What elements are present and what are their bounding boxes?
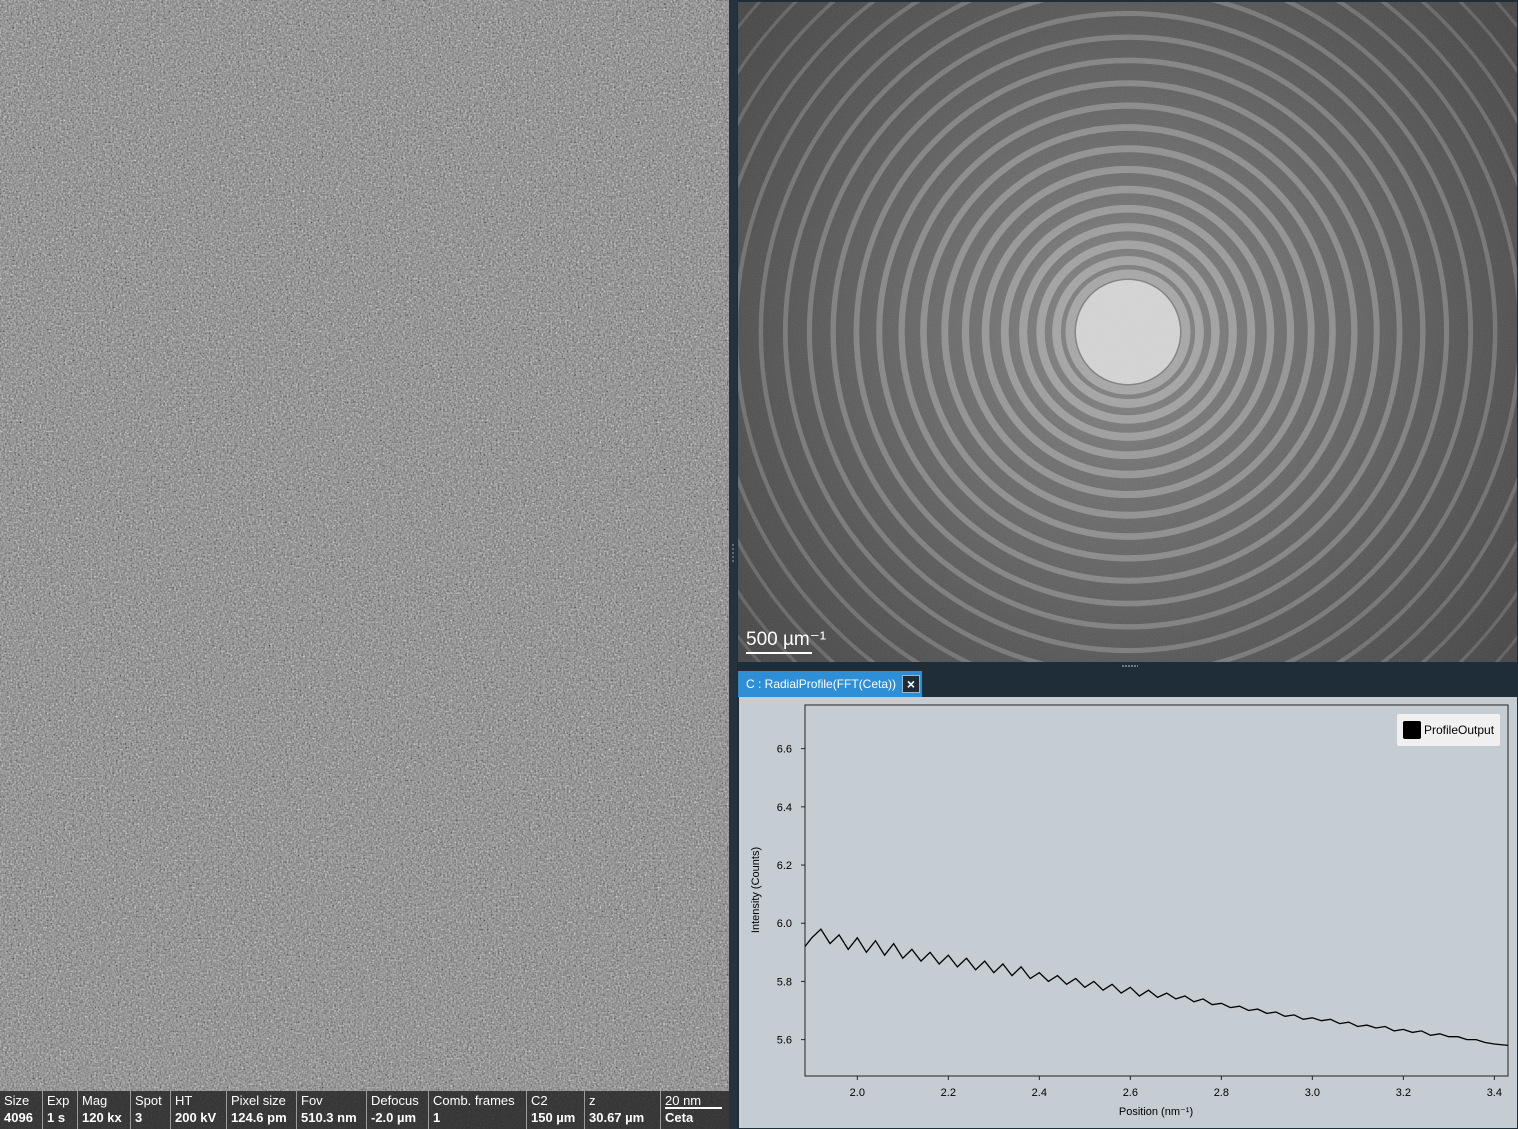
series-profileoutput (804, 928, 1509, 1047)
x-tick-label: 3.0 (1305, 1087, 1320, 1099)
x-tick-label: 3.4 (1487, 1087, 1502, 1099)
status-value: 4096 (4, 1110, 33, 1125)
status-z: z 30.67 µm (584, 1091, 660, 1129)
x-tick-label: 2.8 (1214, 1087, 1229, 1099)
x-tick-label: 2.2 (941, 1087, 956, 1099)
splitter-grip-icon (732, 544, 734, 562)
fft-image[interactable]: 500 µm⁻¹ (738, 2, 1517, 662)
profile-tab-strip: C : RadialProfile(FFT(Ceta)) × (738, 670, 1518, 697)
status-label: Size (4, 1093, 30, 1108)
status-value: 3 (135, 1110, 143, 1125)
micrograph-image[interactable]: Size 4096 Exp 1 s Mag 120 kx Spot 3 HT 2… (0, 0, 729, 1129)
status-label: Mag (82, 1093, 108, 1108)
status-comb-frames: Comb. frames 1 (428, 1091, 526, 1129)
scalebar-label: 20 nm (665, 1093, 702, 1108)
status-mag: Mag 120 kx (77, 1091, 130, 1129)
status-value: -2.0 µm (371, 1110, 417, 1125)
radial-profile-panel: 2.0 2.2 2.4 2.6 2.8 3.0 3.2 3.4 5.6 5.8 6.0 6.2 6.4… (739, 697, 1517, 1128)
status-label: Defocus (371, 1093, 419, 1108)
status-label: z (589, 1093, 596, 1108)
tab-radial-profile[interactable]: C : RadialProfile(FFT(Ceta)) × (738, 671, 922, 697)
status-label: HT (175, 1093, 193, 1108)
vertical-splitter[interactable] (729, 0, 737, 1129)
micrograph-noise (0, 0, 729, 1129)
x-tick-label: 2.0 (850, 1087, 865, 1099)
y-tick-label: 6.4 (777, 802, 792, 814)
status-spot: Spot 3 (130, 1091, 170, 1129)
horizontal-splitter[interactable] (738, 662, 1518, 670)
status-defocus: Defocus -2.0 µm (366, 1091, 428, 1129)
status-pixel-size: Pixel size 124.6 pm (226, 1091, 296, 1129)
y-tick-label: 6.2 (777, 860, 792, 872)
scalebar-line (665, 1107, 722, 1109)
status-size: Size 4096 (0, 1091, 41, 1129)
status-value: 124.6 pm (231, 1110, 287, 1125)
status-ht: HT 200 kV (170, 1091, 226, 1129)
y-tick-label: 5.6 (777, 1035, 792, 1047)
status-value: 1 (433, 1110, 441, 1125)
chart-legend[interactable]: ProfileOutput (1397, 714, 1500, 746)
x-tick-label: 2.6 (1123, 1087, 1138, 1099)
tab-title: C : RadialProfile(FFT(Ceta)) (746, 677, 897, 691)
status-c2: C2 150 µm (526, 1091, 584, 1129)
plot-area (804, 704, 1509, 1077)
status-label: Exp (47, 1093, 70, 1108)
y-tick-label: 6.6 (777, 744, 792, 756)
status-label: C2 (531, 1093, 548, 1108)
status-fov: Fov 510.3 nm (296, 1091, 366, 1129)
radial-profile-chart[interactable]: 2.0 2.2 2.4 2.6 2.8 3.0 3.2 3.4 5.6 5.8 6.0 6.2 6.4… (739, 697, 1517, 1128)
status-value: 1 s (47, 1110, 66, 1125)
fft-scalebar-line (746, 652, 812, 654)
status-value: 30.67 µm (589, 1110, 645, 1125)
y-tick-label: 6.0 (777, 918, 792, 930)
x-tick-label: 2.4 (1032, 1087, 1047, 1099)
status-value: 510.3 nm (301, 1110, 357, 1125)
status-label: Pixel size (231, 1093, 286, 1108)
status-exp: Exp 1 s (42, 1091, 77, 1129)
y-axis-label: Intensity (Counts) (750, 847, 762, 933)
fft-pattern (738, 2, 1517, 662)
fft-scalebar: 500 µm⁻¹ (746, 628, 826, 654)
splitter-grip-icon (1122, 665, 1138, 667)
x-tick-label: 3.2 (1396, 1087, 1411, 1099)
status-label: Comb. frames (433, 1093, 515, 1108)
fft-scalebar-label: 500 µm⁻¹ (746, 629, 827, 650)
status-label: Fov (301, 1093, 323, 1108)
image-scalebar: 20 nm Ceta (660, 1091, 729, 1129)
status-value: 200 kV (175, 1110, 217, 1125)
legend-label: ProfileOutput (1424, 723, 1495, 737)
y-tick-label: 5.8 (777, 976, 792, 988)
x-axis-label: Position (nm⁻¹) (1119, 1106, 1193, 1118)
detector-name: Ceta (665, 1110, 694, 1125)
status-value: 120 kx (82, 1110, 122, 1125)
status-value: 150 µm (531, 1110, 576, 1125)
close-icon[interactable]: × (902, 675, 920, 693)
status-label: Spot (135, 1093, 162, 1108)
legend-swatch (1403, 721, 1421, 739)
acquisition-status-bar: Size 4096 Exp 1 s Mag 120 kx Spot 3 HT 2… (0, 1091, 729, 1129)
